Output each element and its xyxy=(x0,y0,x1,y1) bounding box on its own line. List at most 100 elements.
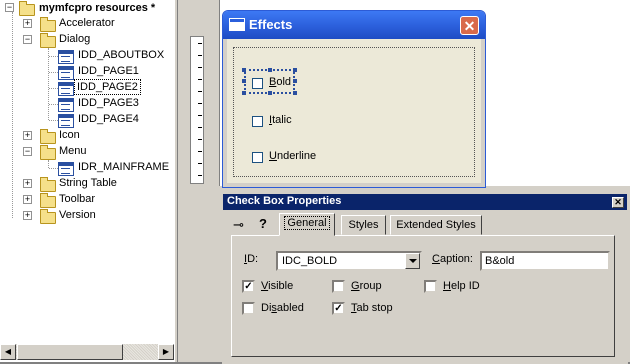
id-combobox[interactable]: IDC_BOLD xyxy=(276,251,422,271)
bold-label[interactable]: Bold xyxy=(269,76,291,88)
dialog-resource-icon xyxy=(58,66,74,80)
ruler-tick xyxy=(198,139,202,140)
dialog-title: Effects xyxy=(249,17,293,32)
resize-handle[interactable] xyxy=(293,68,297,72)
tree-root-label[interactable]: mymfcpro resources * xyxy=(37,1,157,15)
tree-line xyxy=(49,168,58,169)
minus-expander-icon[interactable]: − xyxy=(23,147,32,156)
resize-handle[interactable] xyxy=(293,79,297,83)
tree-item-accelerator[interactable]: Accelerator xyxy=(57,16,117,30)
tab-stop-label[interactable]: Tab stop xyxy=(351,302,393,314)
scroll-left-icon[interactable]: ◀ xyxy=(0,344,16,360)
id-label: ID: xyxy=(244,253,259,265)
resize-handle[interactable] xyxy=(242,91,246,95)
visible-checkbox[interactable]: ✓ xyxy=(242,280,255,293)
effects-dialog[interactable]: Effects ✕ Bold Italic Underline xyxy=(222,10,486,188)
tab-stop-checkbox[interactable]: ✓ xyxy=(332,302,345,315)
dialog-body xyxy=(227,39,481,183)
close-icon[interactable]: ✕ xyxy=(612,197,624,208)
tree-item-idd-page1[interactable]: IDD_PAGE1 xyxy=(76,64,141,78)
help-icon[interactable]: ? xyxy=(259,216,267,231)
underline-label[interactable]: Underline xyxy=(269,150,316,162)
tree-line xyxy=(49,120,58,121)
resize-handle[interactable] xyxy=(242,68,246,72)
tree-line xyxy=(49,72,58,73)
ruler-tick xyxy=(198,55,202,56)
folder-icon xyxy=(19,1,35,16)
tree-item-string-table[interactable]: String Table xyxy=(57,176,119,190)
scroll-right-icon[interactable]: ▶ xyxy=(158,344,174,360)
tree-line xyxy=(48,160,49,168)
tree-item-menu[interactable]: Menu xyxy=(57,144,89,158)
help-id-checkbox[interactable] xyxy=(424,280,437,293)
group-checkbox[interactable] xyxy=(332,280,345,293)
disabled-label[interactable]: Disabled xyxy=(261,302,304,314)
plus-expander-icon[interactable]: + xyxy=(23,195,32,204)
tree-line xyxy=(49,104,58,105)
dialog-titlebar[interactable]: Effects ✕ xyxy=(223,11,485,39)
tree-item-idd-page3[interactable]: IDD_PAGE3 xyxy=(76,96,141,110)
minus-expander-icon[interactable]: − xyxy=(5,3,14,12)
tree-line xyxy=(49,88,58,89)
italic-checkbox[interactable] xyxy=(252,116,263,127)
resize-handle[interactable] xyxy=(268,68,272,72)
caption-input[interactable]: B&old xyxy=(480,251,610,271)
underline-checkbox[interactable] xyxy=(252,152,263,163)
vertical-guide-ruler[interactable] xyxy=(190,36,204,184)
id-value: IDC_BOLD xyxy=(282,255,338,267)
ruler-tick xyxy=(198,115,202,116)
minus-expander-icon[interactable]: − xyxy=(23,35,32,44)
tree-item-idd-page2[interactable]: IDD_PAGE2 xyxy=(74,79,141,95)
disabled-checkbox[interactable] xyxy=(242,302,255,315)
tab-styles[interactable]: Styles xyxy=(341,215,386,235)
dialog-resource-icon xyxy=(58,50,74,64)
tree-line xyxy=(12,12,13,218)
tree-horizontal-scrollbar[interactable]: ◀ ▶ xyxy=(0,344,174,360)
tree-item-icon[interactable]: Icon xyxy=(57,128,82,142)
pin-icon[interactable]: ⊸ xyxy=(233,217,244,233)
tab-extended-styles[interactable]: Extended Styles xyxy=(390,215,482,235)
group-label[interactable]: Group xyxy=(351,280,382,292)
ruler-tick xyxy=(198,163,202,164)
properties-titlebar[interactable]: Check Box Properties ✕ xyxy=(223,194,627,210)
resize-handle[interactable] xyxy=(293,91,297,95)
tree-line xyxy=(49,56,58,57)
folder-icon xyxy=(40,129,56,144)
caption-value: B&old xyxy=(485,255,515,267)
folder-icon xyxy=(40,177,56,192)
close-icon[interactable]: ✕ xyxy=(460,16,479,35)
tree-item-idr-mainframe[interactable]: IDR_MAINFRAME xyxy=(76,160,171,174)
dialog-resource-icon xyxy=(58,114,74,128)
caption-label: Caption: xyxy=(432,253,473,265)
ruler-tick xyxy=(198,127,202,128)
tree-line xyxy=(48,48,49,120)
ruler-tick xyxy=(198,43,202,44)
ruler-tick xyxy=(198,151,202,152)
plus-expander-icon[interactable]: + xyxy=(23,179,32,188)
tree-item-toolbar[interactable]: Toolbar xyxy=(57,192,97,206)
visible-label[interactable]: Visible xyxy=(261,280,293,292)
check-box-properties-panel[interactable]: Check Box Properties ✕ ⊸ ? General Style… xyxy=(222,192,628,364)
tab-general[interactable]: General xyxy=(279,213,335,236)
resize-handle[interactable] xyxy=(242,79,246,83)
folder-icon xyxy=(40,209,56,224)
plus-expander-icon[interactable]: + xyxy=(23,211,32,220)
plus-expander-icon[interactable]: + xyxy=(23,131,32,140)
chevron-down-icon[interactable] xyxy=(405,253,420,269)
tree-item-idd-aboutbox[interactable]: IDD_ABOUTBOX xyxy=(76,48,166,62)
italic-label[interactable]: Italic xyxy=(269,114,292,126)
dialog-resource-icon xyxy=(58,98,74,112)
tree-item-dialog[interactable]: Dialog xyxy=(57,32,92,46)
resize-handle[interactable] xyxy=(268,91,272,95)
ruler-tick xyxy=(198,175,202,176)
tree-item-version[interactable]: Version xyxy=(57,208,98,222)
plus-expander-icon[interactable]: + xyxy=(23,19,32,28)
resource-tree[interactable]: − mymfcpro resources * + Accelerator − D… xyxy=(0,0,174,362)
bold-checkbox[interactable] xyxy=(252,78,263,89)
folder-icon xyxy=(40,17,56,32)
ruler-tick xyxy=(198,79,202,80)
scrollbar-thumb[interactable] xyxy=(17,344,123,360)
general-tab-pane: ID: IDC_BOLD Caption: B&old ✓ Visible Gr… xyxy=(231,235,615,357)
help-id-label[interactable]: Help ID xyxy=(443,280,480,292)
tree-item-idd-page4[interactable]: IDD_PAGE4 xyxy=(76,112,141,126)
